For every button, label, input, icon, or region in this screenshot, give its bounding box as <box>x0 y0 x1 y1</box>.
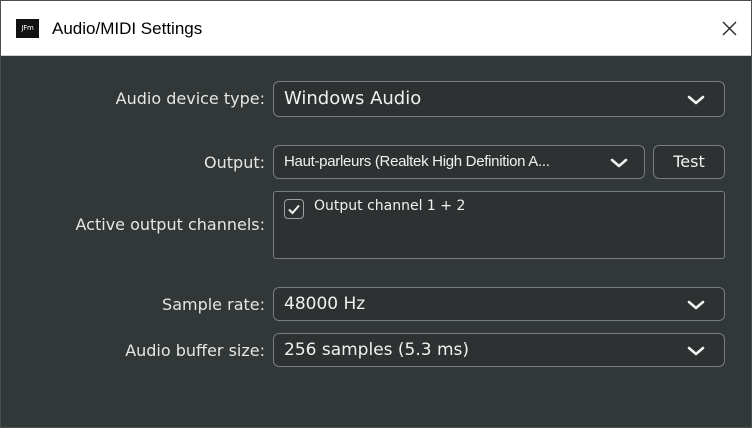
device-type-value: Windows Audio <box>284 88 422 109</box>
buffer-size-label: Audio buffer size: <box>125 341 265 360</box>
buffer-size-value: 256 samples (5.3 ms) <box>284 340 470 360</box>
checkmark-icon <box>288 204 300 215</box>
audio-midi-settings-window: JFm Audio/MIDI Settings Audio device typ… <box>0 0 752 428</box>
device-type-dropdown[interactable]: Windows Audio <box>273 81 725 117</box>
title-bar[interactable]: JFm Audio/MIDI Settings <box>1 1 751 56</box>
sample-rate-label: Sample rate: <box>162 295 265 314</box>
chevron-down-icon <box>687 95 705 105</box>
chevron-down-icon <box>687 346 705 356</box>
channel-1-2-checkbox[interactable] <box>284 199 304 219</box>
sample-rate-value: 48000 Hz <box>284 294 366 314</box>
active-output-channels-label: Active output channels: <box>75 215 265 234</box>
chevron-down-icon <box>687 300 705 310</box>
output-dropdown[interactable]: Haut-parleurs (Realtek High Definition A… <box>273 145 645 179</box>
buffer-size-dropdown[interactable]: 256 samples (5.3 ms) <box>273 333 725 367</box>
channel-1-2-label[interactable]: Output channel 1 + 2 <box>314 198 465 214</box>
chevron-down-icon <box>610 158 628 168</box>
output-value: Haut-parleurs (Realtek High Definition A… <box>284 153 550 170</box>
window-title: Audio/MIDI Settings <box>52 19 203 38</box>
output-channels-list: Output channel 1 + 2 <box>273 191 725 259</box>
close-button[interactable] <box>707 1 751 55</box>
app-logo-icon: JFm <box>16 19 39 38</box>
sample-rate-dropdown[interactable]: 48000 Hz <box>273 287 725 321</box>
test-button[interactable]: Test <box>653 145 725 179</box>
device-type-label: Audio device type: <box>115 89 265 108</box>
close-icon <box>722 21 737 36</box>
output-label: Output: <box>204 153 265 172</box>
